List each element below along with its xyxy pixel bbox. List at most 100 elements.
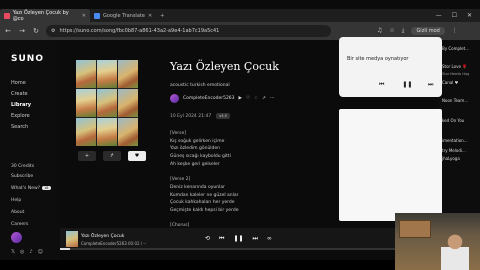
sidebar-item-explore[interactable]: Explore (11, 113, 31, 119)
lyrics-line: Çocuk kahkahaları her yerde (170, 200, 235, 206)
related-song-item[interactable]: Stor Needs Hag (442, 72, 469, 76)
creator-name[interactable]: CompleteEncoder5263 (183, 96, 235, 101)
site-info-icon[interactable]: ⚙ (51, 28, 55, 34)
toolbar-icons: ♫ ☆ ⤓ Gizli mod ⋮ (377, 27, 458, 35)
credits-block: 30 Credits Subscribe (11, 164, 34, 179)
lyrics-line: Geçmişte kaldı hepsi bir yerde (170, 208, 239, 214)
pause-icon[interactable]: ❚❚ (402, 81, 412, 89)
webcam-shelf (399, 220, 431, 238)
downloads-icon[interactable]: ⤓ (402, 27, 405, 35)
related-song-item[interactable]: imentation... (442, 138, 468, 143)
share-icon[interactable]: ↗ (262, 96, 266, 101)
lyrics-line: Deniz kenarında oyunlar (170, 184, 225, 190)
profile-label: Gizli mod (416, 28, 440, 34)
whats-new-link[interactable]: What's New? 18 (11, 186, 51, 191)
sidebar-item-home[interactable]: Home (11, 80, 31, 86)
related-song-item[interactable]: try Melodi... (442, 148, 466, 153)
like-icon[interactable]: ♡ (246, 96, 250, 101)
suno-logo[interactable]: SUNO (11, 54, 44, 64)
instagram-icon[interactable]: ◎ (20, 249, 24, 255)
cover-tile (97, 118, 117, 146)
sidebar-item-create[interactable]: Create (11, 91, 31, 97)
related-song-item[interactable]: By Complet... (442, 46, 469, 51)
lyrics-line: Kış soğuk gelirken içime (170, 138, 225, 144)
lyrics-line: Yazı özledim gönülden (170, 146, 221, 152)
player-thumbnail[interactable] (66, 231, 78, 247)
maximize-icon[interactable]: ☐ (452, 12, 457, 19)
webcam-person (441, 231, 469, 270)
cover-actions: + ↱ ♥ (78, 151, 146, 161)
translate-favicon-icon (94, 12, 100, 19)
whats-new-label: What's New? (11, 186, 41, 191)
url-text: https://suno.com/song/fbc0b87-a861-43a2-… (59, 28, 220, 34)
related-song-item[interactable]: Noon Team... (442, 98, 468, 103)
lyrics-section-header: [Verse 2] (170, 177, 191, 183)
related-song-item[interactable]: ked On You (442, 118, 464, 123)
close-tab-icon[interactable]: ✕ (82, 13, 86, 19)
cover-tile (118, 118, 138, 146)
lyrics-line (170, 169, 330, 177)
tab-suno-song[interactable]: Yazı Özleyen Çocuk by @co ✕ (0, 9, 90, 22)
discord-icon[interactable]: ☺ (38, 249, 43, 255)
dislike-icon[interactable]: ♢ (254, 96, 258, 101)
whats-new-badge: 18 (42, 186, 51, 190)
next-icon[interactable]: ⏭ (253, 235, 258, 243)
help-link[interactable]: Help (11, 198, 51, 203)
sidebar-item-search[interactable]: Search (11, 124, 31, 130)
song-style-tags[interactable]: acoustic turkish emotional (170, 83, 230, 88)
media-control-icon[interactable]: ♫ (377, 27, 382, 35)
cover-tile (76, 89, 96, 117)
taskbar (0, 260, 395, 270)
pause-icon[interactable]: ❚❚ (233, 235, 243, 243)
related-song-item[interactable]: Stor Love 🌹 (442, 64, 467, 69)
careers-link[interactable]: Careers (11, 222, 51, 227)
sidebar: SUNO Home Create Library Explore Search … (0, 40, 60, 270)
more-options-icon[interactable]: ⋯ (270, 96, 275, 101)
like-button[interactable]: ♥ (128, 151, 146, 161)
close-window-icon[interactable]: ✕ (467, 12, 472, 19)
lyrics-line (170, 215, 330, 223)
play-icon[interactable]: ▶ (239, 96, 242, 101)
creator-avatar[interactable] (170, 94, 179, 103)
share-button[interactable]: ↱ (103, 151, 121, 161)
tab-google-translate[interactable]: Google Translate ✕ (90, 9, 156, 22)
screen: Yazı Özleyen Çocuk by @co ✕ Google Trans… (0, 0, 480, 270)
back-arrow-icon[interactable]: ← (4, 27, 12, 35)
menu-dots-icon[interactable]: ⋮ (452, 27, 458, 35)
sidebar-item-library[interactable]: Library (11, 102, 31, 108)
player-progress-fill (60, 248, 71, 250)
creator-row: CompleteEncoder5263 ▶ ♡ ♢ ↗ ⋯ (170, 94, 274, 103)
loop-icon[interactable]: ∞ (267, 235, 272, 243)
social-links: 𝕏 ◎ ♪ ☺ (11, 249, 43, 255)
repeat-icon[interactable]: ⟲ (205, 235, 210, 243)
x-twitter-icon[interactable]: 𝕏 (11, 249, 15, 255)
media-popup-title: Bir site medya oynatıyor (347, 56, 409, 62)
incognito-profile-button[interactable]: Gizli mod (411, 27, 445, 35)
related-song-item[interactable]: jhaLyoga (442, 156, 460, 161)
about-link[interactable]: About (11, 210, 51, 215)
add-to-playlist-button[interactable]: + (78, 151, 96, 161)
forward-arrow-icon[interactable]: → (18, 27, 26, 35)
subscribe-link[interactable]: Subscribe (11, 174, 34, 179)
minimize-icon[interactable]: — (436, 12, 442, 19)
tab-label: Yazı Özleyen Çocuk by @co (12, 9, 69, 22)
related-song-item[interactable]: Canal ♥ (442, 80, 458, 85)
tab-label: Google Translate (103, 12, 145, 19)
player-progress-bar[interactable] (60, 248, 395, 250)
player-song-title[interactable]: Yazı Özleyen Çocuk (81, 234, 124, 239)
user-avatar[interactable] (11, 232, 22, 243)
player-author[interactable]: CompleteEncoder5263 (81, 241, 127, 246)
bookmark-star-icon[interactable]: ☆ (389, 27, 394, 35)
previous-icon[interactable]: ⏮ (219, 235, 224, 243)
media-panel-blank (339, 109, 442, 221)
next-track-icon[interactable]: ⏭ (428, 81, 433, 89)
tiktok-icon[interactable]: ♪ (29, 249, 32, 255)
cover-tile (97, 60, 117, 88)
lyrics-line: Ah keşke geri gelseler (170, 161, 220, 167)
reload-icon[interactable]: ↻ (32, 27, 40, 35)
address-bar[interactable]: ⚙ https://suno.com/song/fbc0b87-a861-43a… (46, 25, 331, 37)
new-tab-button[interactable]: + (156, 9, 168, 22)
previous-track-icon[interactable]: ⏮ (379, 81, 384, 89)
close-tab-icon[interactable]: ✕ (148, 13, 152, 19)
song-date: 10 Eyl 2024 21:47 (170, 113, 212, 119)
